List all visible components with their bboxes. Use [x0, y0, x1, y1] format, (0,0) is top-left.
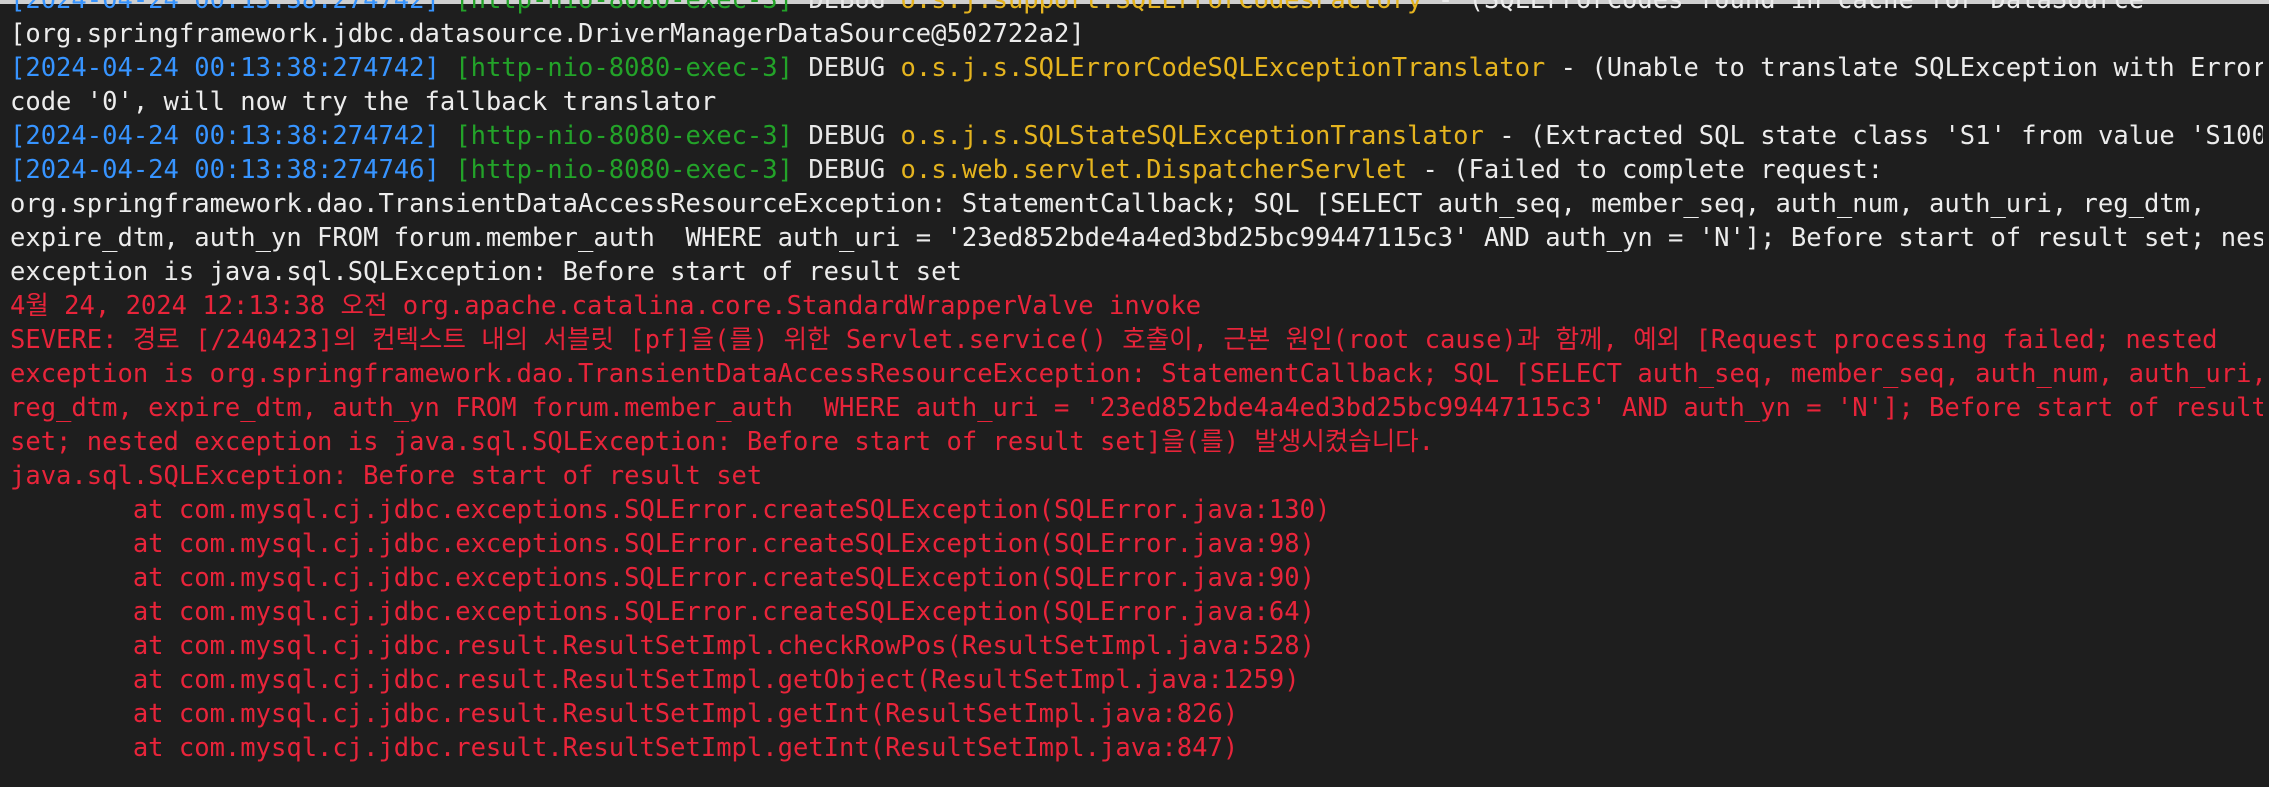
- error-line: at com.mysql.cj.jdbc.result.ResultSetImp…: [10, 665, 1300, 695]
- log-thread: [http-nio-8080-exec-3]: [455, 0, 793, 15]
- error-line: 4월 24, 2024 12:13:38 오전 org.apache.catal…: [10, 291, 1202, 321]
- log-timestamp: [2024-04-24 00:13:38:274742]: [10, 53, 440, 83]
- log-continuation: exception is java.sql.SQLException: Befo…: [10, 257, 962, 287]
- error-line: exception is org.springframework.dao.Tra…: [10, 359, 2263, 389]
- log-level: DEBUG: [808, 121, 886, 151]
- log-level: DEBUG: [808, 53, 886, 83]
- log-logger: o.s.j.s.SQLErrorCodeSQLExceptionTranslat…: [900, 53, 1546, 83]
- log-thread: [http-nio-8080-exec-3]: [455, 155, 793, 185]
- log-continuation: org.springframework.dao.TransientDataAcc…: [10, 189, 2206, 219]
- log-message: - (SQLErrorCodes found in cache for Data…: [1422, 0, 2145, 15]
- log-continuation: expire_dtm, auth_yn FROM forum.member_au…: [10, 223, 2263, 253]
- error-line: at com.mysql.cj.jdbc.result.ResultSetImp…: [10, 631, 1315, 661]
- error-line: at com.mysql.cj.jdbc.exceptions.SQLError…: [10, 495, 1331, 525]
- error-line: SEVERE: 경로 [/240423]의 컨텍스트 내의 서블릿 [pf]을(…: [10, 325, 2218, 355]
- log-logger: o.s.web.servlet.DispatcherServlet: [900, 155, 1408, 185]
- error-line: reg_dtm, expire_dtm, auth_yn FROM forum.…: [10, 393, 2263, 423]
- log-logger: o.s.j.support.SQLErrorCodesFactory: [900, 0, 1423, 15]
- log-continuation: code '0', will now try the fallback tran…: [10, 87, 717, 117]
- log-timestamp: [2024-04-24 00:13:38:274746]: [10, 155, 440, 185]
- error-line: at com.mysql.cj.jdbc.exceptions.SQLError…: [10, 529, 1315, 559]
- error-line: java.sql.SQLException: Before start of r…: [10, 461, 763, 491]
- log-line: [2024-04-24 00:13:38:274742] [http-nio-8…: [10, 51, 2263, 85]
- log-continuation: [org.springframework.jdbc.datasource.Dri…: [10, 19, 1085, 49]
- log-timestamp: [2024-04-24 00:13:38:274742]: [10, 0, 440, 15]
- log-timestamp: [2024-04-24 00:13:38:274742]: [10, 121, 440, 151]
- log-level: DEBUG: [808, 0, 886, 15]
- log-line: [2024-04-24 00:13:38:274742] [http-nio-8…: [10, 0, 2263, 17]
- log-logger: o.s.j.s.SQLStateSQLExceptionTranslator: [900, 121, 1484, 151]
- error-line: set; nested exception is java.sql.SQLExc…: [10, 427, 1434, 457]
- log-thread: [http-nio-8080-exec-3]: [455, 121, 793, 151]
- error-line: at com.mysql.cj.jdbc.result.ResultSetImp…: [10, 699, 1239, 729]
- log-text: [2024-04-24 00:13:38:274742] [http-nio-8…: [10, 0, 2263, 765]
- error-line: at com.mysql.cj.jdbc.exceptions.SQLError…: [10, 563, 1315, 593]
- log-message: - (Extracted SQL state class 'S1' from v…: [1483, 121, 2263, 151]
- log-level: DEBUG: [808, 155, 886, 185]
- log-line: [2024-04-24 00:13:38:274746] [http-nio-8…: [10, 153, 2263, 187]
- console-output[interactable]: [2024-04-24 00:13:38:274742] [http-nio-8…: [0, 0, 2269, 787]
- log-line: [2024-04-24 00:13:38:274742] [http-nio-8…: [10, 119, 2263, 153]
- error-line: at com.mysql.cj.jdbc.result.ResultSetImp…: [10, 733, 1239, 763]
- log-message: - (Failed to complete request:: [1407, 155, 1884, 185]
- error-line: at com.mysql.cj.jdbc.exceptions.SQLError…: [10, 597, 1315, 627]
- log-thread: [http-nio-8080-exec-3]: [455, 53, 793, 83]
- log-message: - (Unable to translate SQLException with…: [1545, 53, 2263, 83]
